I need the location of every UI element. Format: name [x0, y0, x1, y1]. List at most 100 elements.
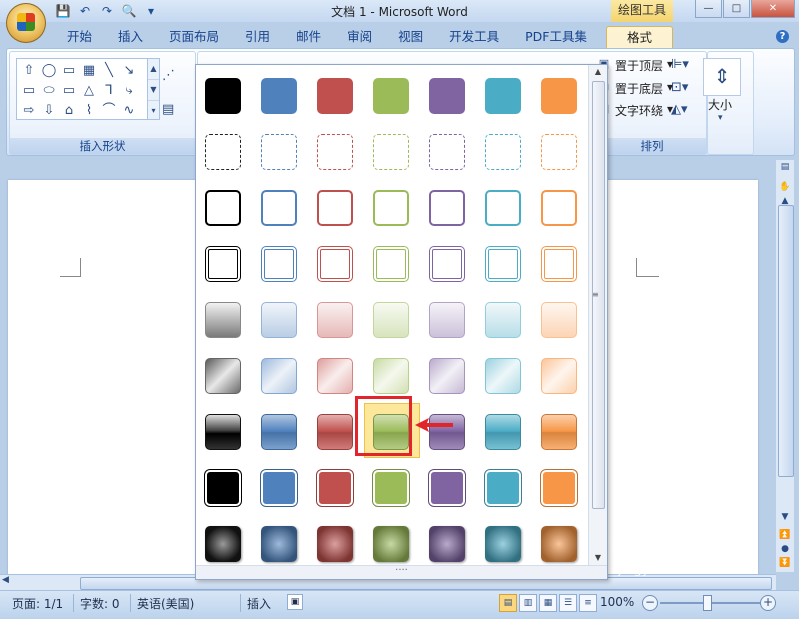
shape-option[interactable]: ⌒ [99, 101, 119, 121]
tab-review[interactable]: 审阅 [334, 26, 385, 48]
shape-style-swatch[interactable] [205, 414, 241, 450]
shape-style-swatch[interactable] [373, 302, 409, 338]
shape-style-swatch[interactable] [373, 246, 409, 282]
send-to-back-button[interactable]: ▢ 置于底层▾ [597, 80, 673, 97]
shape-style-swatch[interactable] [205, 246, 241, 282]
shape-style-swatch[interactable] [205, 526, 241, 562]
shape-style-swatch[interactable] [205, 302, 241, 338]
zoom-slider-thumb[interactable] [703, 595, 712, 611]
shape-style-swatch[interactable] [317, 470, 353, 506]
shape-style-swatch[interactable] [261, 358, 297, 394]
shape-style-swatch[interactable] [541, 470, 577, 506]
shapes-gallery[interactable]: ⇧ ◯ ▭ ▦ ╲ ↘ ▭ ⬭ ▭ △ ⅂ ⤷ ⇨ ⇩ ⌂ ⌇ ⌒ ∿ [16, 58, 148, 120]
shape-style-swatch[interactable] [261, 246, 297, 282]
shape-style-swatch[interactable] [317, 358, 353, 394]
zoom-in-button[interactable]: + [760, 595, 776, 611]
close-button[interactable]: ✕ [751, 0, 795, 18]
macro-record-icon[interactable]: ▣ [287, 594, 303, 610]
shape-style-swatch[interactable] [317, 526, 353, 562]
shape-style-swatch[interactable] [429, 358, 465, 394]
shape-style-swatch[interactable] [429, 78, 465, 114]
office-button[interactable] [6, 3, 46, 43]
shape-style-swatch[interactable] [541, 358, 577, 394]
help-icon[interactable]: ? [776, 30, 789, 43]
shape-option[interactable]: △ [79, 81, 99, 101]
shape-option[interactable]: ▭ [59, 81, 79, 101]
shape-style-swatch[interactable] [541, 414, 577, 450]
shape-style-swatch[interactable] [485, 134, 521, 170]
shape-style-swatch[interactable] [373, 78, 409, 114]
shape-style-swatch[interactable] [261, 414, 297, 450]
shape-style-swatch[interactable] [429, 190, 465, 226]
insert-mode[interactable]: 插入 [247, 595, 271, 612]
gallery-scrollbar[interactable]: ▲ ≡ ▼ [588, 65, 607, 565]
maximize-button[interactable]: □ [723, 0, 750, 18]
zoom-level[interactable]: 100% [600, 595, 634, 609]
shape-option[interactable]: ⅂ [99, 81, 119, 101]
shape-style-swatch[interactable] [373, 134, 409, 170]
web-layout-icon[interactable]: ▦ [539, 594, 557, 612]
shape-style-swatch[interactable] [485, 358, 521, 394]
shape-style-swatch[interactable] [485, 414, 521, 450]
shape-style-swatch[interactable] [261, 470, 297, 506]
shape-style-swatch[interactable] [485, 190, 521, 226]
shape-option[interactable]: ⬭ [39, 81, 59, 101]
shape-style-swatch[interactable] [261, 302, 297, 338]
tab-insert[interactable]: 插入 [105, 26, 156, 48]
shape-style-swatch[interactable] [205, 190, 241, 226]
shape-style-swatch[interactable] [485, 78, 521, 114]
shape-style-swatch[interactable] [373, 470, 409, 506]
tab-view[interactable]: 视图 [385, 26, 436, 48]
tab-references[interactable]: 引用 [232, 26, 283, 48]
page-count[interactable]: 页面: 1/1 [12, 595, 63, 612]
minimize-button[interactable]: — [695, 0, 722, 18]
shape-option[interactable]: ▦ [79, 61, 99, 81]
shape-style-swatch[interactable] [317, 134, 353, 170]
draft-view-icon[interactable]: ≡ [579, 594, 597, 612]
text-wrap-button[interactable]: ▦ 文字环绕▾ [597, 102, 673, 119]
shape-style-swatch[interactable] [541, 134, 577, 170]
shape-style-swatch[interactable] [317, 78, 353, 114]
edit-shape-icon[interactable]: ⋰ [162, 68, 175, 83]
tab-developer[interactable]: 开发工具 [436, 26, 512, 48]
gallery-resize-grip[interactable]: ···· [196, 565, 607, 579]
shape-style-swatch[interactable] [429, 302, 465, 338]
shape-style-swatch[interactable] [429, 134, 465, 170]
word-count[interactable]: 字数: 0 [80, 595, 120, 612]
language[interactable]: 英语(美国) [137, 595, 194, 612]
shape-style-swatch[interactable] [317, 190, 353, 226]
shape-option[interactable]: ⇨ [19, 101, 39, 121]
shape-option[interactable]: ∿ [119, 101, 139, 121]
shape-option[interactable]: ▭ [59, 61, 79, 81]
shape-style-swatch[interactable] [485, 526, 521, 562]
print-layout-view-icon[interactable]: ▤ [499, 594, 517, 612]
shape-style-swatch[interactable] [261, 78, 297, 114]
shape-option[interactable]: ↘ [119, 61, 139, 81]
tab-page-layout[interactable]: 页面布局 [156, 26, 232, 48]
shape-style-swatch[interactable] [373, 190, 409, 226]
shape-style-swatch[interactable] [317, 302, 353, 338]
shape-style-swatch[interactable] [429, 526, 465, 562]
shape-option[interactable]: ⇩ [39, 101, 59, 121]
shape-option[interactable]: ╲ [99, 61, 119, 81]
full-screen-reading-icon[interactable]: ▥ [519, 594, 537, 612]
shape-style-swatch[interactable] [317, 246, 353, 282]
shape-style-swatch[interactable] [485, 470, 521, 506]
shape-option[interactable]: ⌂ [59, 101, 79, 121]
shape-option[interactable]: ⤷ [119, 81, 139, 101]
shape-style-swatch[interactable] [429, 470, 465, 506]
zoom-out-button[interactable]: − [642, 595, 658, 611]
group-icon[interactable]: ⊡▾ [671, 80, 688, 95]
shape-style-swatch[interactable] [541, 246, 577, 282]
shape-option[interactable]: ⇧ [19, 61, 39, 81]
shape-style-swatch[interactable] [261, 526, 297, 562]
shape-style-swatch[interactable] [317, 414, 353, 450]
shape-style-swatch[interactable] [541, 302, 577, 338]
shape-style-swatch[interactable] [541, 526, 577, 562]
shape-style-swatch[interactable] [261, 134, 297, 170]
shape-option[interactable]: ⌇ [79, 101, 99, 121]
shape-option[interactable]: ▭ [19, 81, 39, 101]
align-icon[interactable]: ⊫▾ [671, 57, 689, 72]
bring-to-front-button[interactable]: ▣ 置于顶层▾ [597, 57, 673, 74]
shape-style-swatch[interactable] [429, 246, 465, 282]
